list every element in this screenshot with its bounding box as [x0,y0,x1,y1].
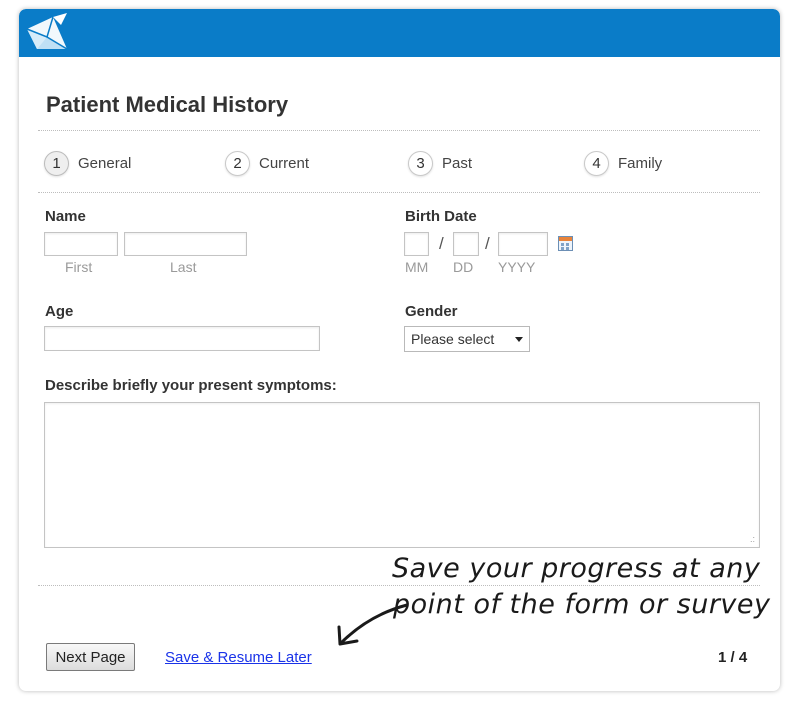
symptoms-textarea[interactable]: .: [44,402,760,548]
page-indicator: 1 / 4 [718,649,748,666]
month-sublabel: MM [405,259,429,275]
year-sublabel: YYYY [498,259,536,275]
step-past[interactable]: 3 Past [408,149,472,177]
save-resume-link[interactable]: Save & Resume Later [165,649,312,666]
first-name-input[interactable] [44,232,118,256]
step-number: 2 [225,150,250,176]
chevron-down-icon [515,337,523,342]
step-number: 4 [584,150,609,176]
date-separator: / [439,234,444,253]
annotation-arrow-icon [337,603,409,646]
birth-date-label: Birth Date [405,208,477,225]
step-number: 1 [44,150,69,176]
last-name-input[interactable] [124,232,247,256]
last-sublabel: Last [170,259,197,275]
day-sublabel: DD [453,259,474,275]
divider-bottom [38,585,760,586]
age-input[interactable] [44,326,320,351]
first-sublabel: First [65,259,93,275]
birth-year-input[interactable] [498,232,548,256]
form-card: Patient Medical History 1 General 2 Curr… [19,9,780,691]
symptoms-label: Describe briefly your present symptoms: [45,377,337,394]
gender-select[interactable]: Please select [404,326,530,352]
step-family[interactable]: 4 Family [584,149,662,177]
step-number: 3 [408,150,433,176]
birth-day-input[interactable] [453,232,479,256]
divider-top [38,130,760,131]
resize-grip-icon[interactable]: .: [750,535,755,544]
step-label: General [78,154,132,172]
next-page-button[interactable]: Next Page [46,643,135,671]
step-label: Family [618,154,663,172]
annotation-line-2: point of the form or survey [393,589,771,620]
name-label: Name [45,208,86,225]
date-separator: / [485,234,490,253]
gender-selected-value: Please select [411,331,495,347]
step-current[interactable]: 2 Current [225,149,309,177]
step-general[interactable]: 1 General [44,149,131,177]
header-bar [19,9,780,57]
page-title: Patient Medical History [46,92,289,117]
birth-month-input[interactable] [404,232,429,256]
envelope-logo-icon [26,13,68,50]
calendar-icon[interactable] [558,236,573,251]
divider-steps [38,192,760,193]
age-label: Age [45,303,74,320]
step-label: Current [259,154,310,172]
step-label: Past [442,154,473,172]
gender-label: Gender [405,303,458,320]
annotation-line-1: Save your progress at any [392,553,761,584]
